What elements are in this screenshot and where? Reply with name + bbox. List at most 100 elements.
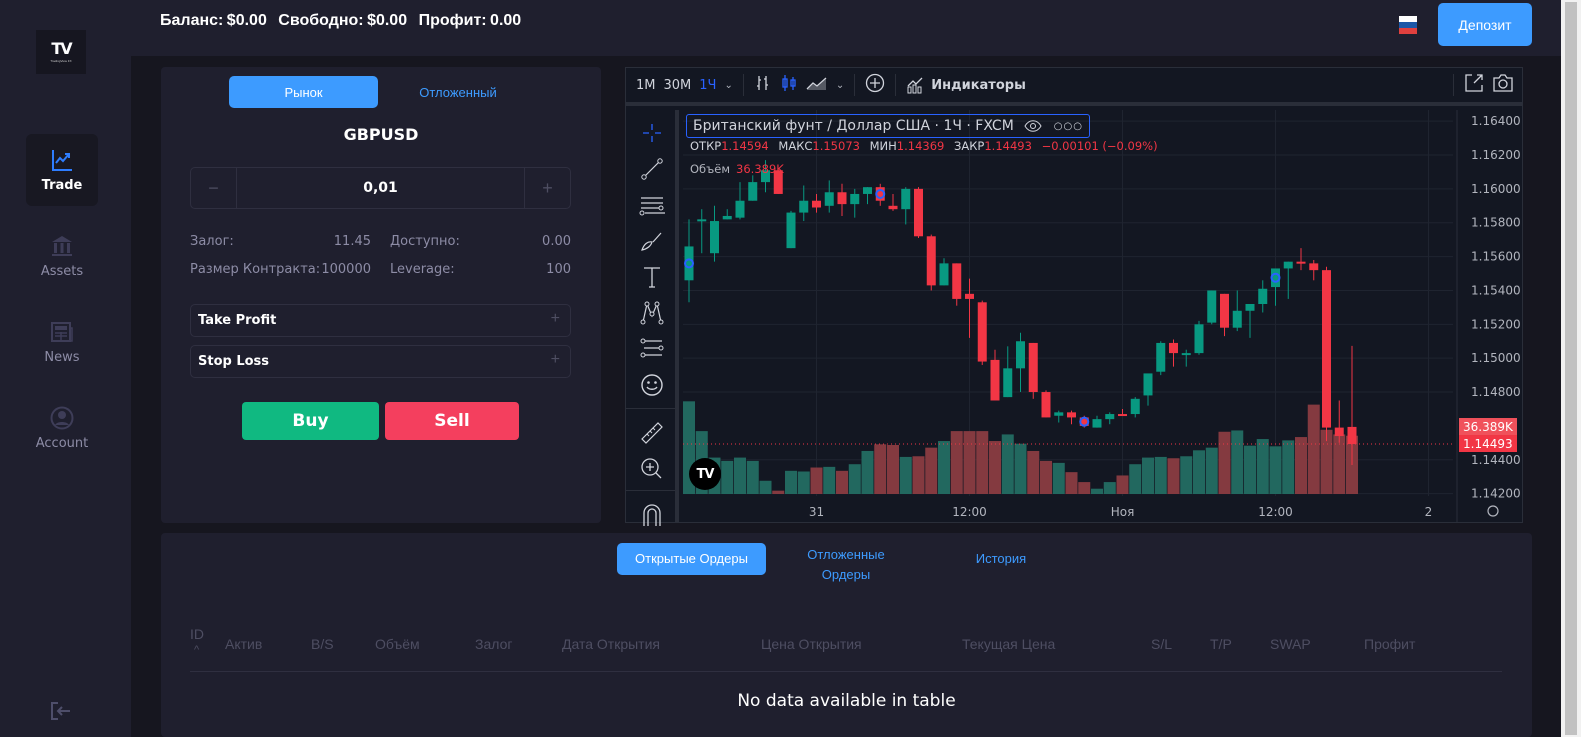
column-header-current-price[interactable]: Текущая Цена: [962, 636, 1055, 652]
volume-bar: [1295, 437, 1307, 494]
trading-app: TV TradingView FX Trade Assets News Acco…: [0, 0, 1581, 737]
ruler-icon[interactable]: [639, 420, 665, 446]
volume-decrease-button[interactable]: −: [191, 168, 237, 208]
tab-market[interactable]: Рынок: [229, 76, 378, 108]
toolbar-divider: [626, 490, 679, 491]
candle-body: [1322, 270, 1331, 428]
stop-loss-toggle[interactable]: Stop Loss +: [190, 345, 571, 378]
interval-dropdown-chevron-icon[interactable]: ⌄: [720, 80, 736, 91]
deposit-button[interactable]: Депозит: [1438, 3, 1532, 46]
tab-pending[interactable]: Отложенный: [383, 76, 533, 108]
text-icon[interactable]: [639, 264, 665, 290]
column-header-label: ID: [190, 626, 204, 642]
volume-bar: [848, 464, 861, 494]
sidebar-item-account[interactable]: Account: [26, 392, 98, 464]
interval-1m[interactable]: 1M: [632, 78, 660, 93]
indicators-button[interactable]: Индикаторы: [902, 76, 1030, 94]
toolbar-divider: [1453, 74, 1454, 96]
price-chart[interactable]: 1.16400 1.16200 1.16000 1.15800 1.15600 1.154…: [683, 110, 1523, 522]
available-label: Доступно:: [390, 234, 460, 249]
symbol-legend[interactable]: Британский фунт / Доллар США · 1Ч · FXCM…: [686, 114, 1090, 138]
volume-bar: [1103, 482, 1116, 494]
volume-increase-button[interactable]: +: [524, 168, 570, 208]
bars-icon[interactable]: [750, 74, 776, 96]
eye-icon[interactable]: [1024, 120, 1042, 132]
change-value: −0.00101 (−0.09%): [1041, 139, 1158, 153]
drawing-toolbar: [626, 110, 679, 526]
compare-add-icon[interactable]: [861, 73, 889, 97]
volume-bar: [1052, 462, 1065, 494]
tab-open-orders[interactable]: Открытые Ордеры: [617, 543, 766, 575]
tab-pending-orders[interactable]: Отложенные Ордеры: [787, 543, 905, 587]
candle-body: [1105, 414, 1115, 420]
candle-body: [1258, 288, 1268, 304]
interval-30m[interactable]: 30M: [660, 78, 696, 93]
tradingview-logo[interactable]: TV: [689, 458, 721, 490]
crosshair-icon[interactable]: [639, 120, 665, 146]
symbol-title: GBPUSD: [343, 125, 419, 144]
candles-icon[interactable]: [776, 74, 802, 96]
chart-settings-icon[interactable]: [1487, 505, 1499, 517]
column-header-sl[interactable]: S/L: [1151, 636, 1172, 652]
volume-bar: [1231, 430, 1244, 494]
sidebar-item-assets[interactable]: Assets: [26, 220, 98, 292]
candle-body: [799, 200, 809, 213]
y-tick-label: 1.15600: [1471, 250, 1521, 264]
magnet-icon[interactable]: [639, 500, 665, 526]
column-header-open-date[interactable]: Дата Открытия: [562, 636, 660, 652]
scrollbar-thumb[interactable]: [1565, 2, 1577, 735]
candle-body: [722, 215, 732, 220]
sidebar-item-news[interactable]: News: [26, 306, 98, 378]
sidebar-item-trade[interactable]: Trade: [26, 134, 98, 206]
high-value: 1.15073: [812, 139, 860, 153]
page-scrollbar[interactable]: [1561, 0, 1581, 737]
column-header-open-price[interactable]: Цена Открытия: [761, 636, 862, 652]
pattern-icon[interactable]: [639, 300, 665, 326]
balance-value: Баланс: $0.00: [160, 12, 267, 29]
y-tick-label: 1.15800: [1471, 216, 1521, 230]
chart-type-dropdown-chevron-icon[interactable]: ⌄: [832, 80, 848, 91]
zoom-in-icon[interactable]: [639, 456, 665, 482]
candle-body: [837, 192, 847, 205]
logo[interactable]: TV TradingView FX: [36, 30, 86, 74]
sell-button[interactable]: Sell: [385, 402, 519, 440]
fib-levels-icon[interactable]: [639, 336, 665, 362]
more-options-icon[interactable]: ○○○: [1054, 121, 1083, 132]
candle-body: [1130, 398, 1140, 415]
volume-bar: [1205, 447, 1218, 494]
column-header-asset[interactable]: Актив: [225, 636, 262, 652]
orders-panel: Открытые Ордеры Отложенные Ордеры Истори…: [161, 533, 1532, 737]
volume-value: 36.389K: [736, 162, 784, 176]
candle-body: [697, 219, 707, 222]
column-header-id[interactable]: ID ^: [190, 627, 204, 657]
chart-toolbar: 1M 30M 1Ч ⌄ ⌄ Индикаторы: [626, 68, 1522, 106]
trend-line-icon[interactable]: [639, 156, 665, 182]
sidebar: TV TradingView FX Trade Assets News Acco…: [0, 0, 131, 737]
volume-input[interactable]: 0,01: [237, 168, 524, 208]
column-header-volume[interactable]: Объём: [375, 636, 420, 652]
camera-icon[interactable]: [1488, 73, 1518, 97]
chart-line-icon: [52, 149, 72, 171]
y-tick-label: 1.16000: [1471, 182, 1521, 196]
volume-bar: [1154, 456, 1167, 494]
brush-icon[interactable]: [639, 228, 665, 254]
take-profit-toggle[interactable]: Take Profit +: [190, 304, 571, 337]
column-header-profit[interactable]: Профит: [1364, 636, 1415, 652]
buy-button[interactable]: Buy: [242, 402, 379, 440]
candle-body: [1283, 261, 1293, 269]
volume-bar: [1027, 450, 1040, 494]
tab-history[interactable]: История: [951, 543, 1051, 575]
area-chart-icon[interactable]: [802, 75, 832, 95]
smiley-icon[interactable]: [639, 372, 665, 398]
column-header-margin[interactable]: Залог: [475, 636, 512, 652]
horizontal-lines-icon[interactable]: [639, 192, 665, 218]
column-header-tp[interactable]: T/P: [1210, 636, 1232, 652]
candle-body: [1245, 304, 1255, 311]
fullscreen-popout-icon[interactable]: [1460, 73, 1488, 97]
volume-bar: [1269, 446, 1282, 494]
column-header-side[interactable]: B/S: [311, 636, 334, 652]
russia-flag-icon[interactable]: [1399, 16, 1417, 34]
column-header-swap[interactable]: SWAP: [1270, 636, 1311, 652]
logout-icon[interactable]: [50, 701, 72, 721]
interval-1h[interactable]: 1Ч: [695, 78, 720, 93]
